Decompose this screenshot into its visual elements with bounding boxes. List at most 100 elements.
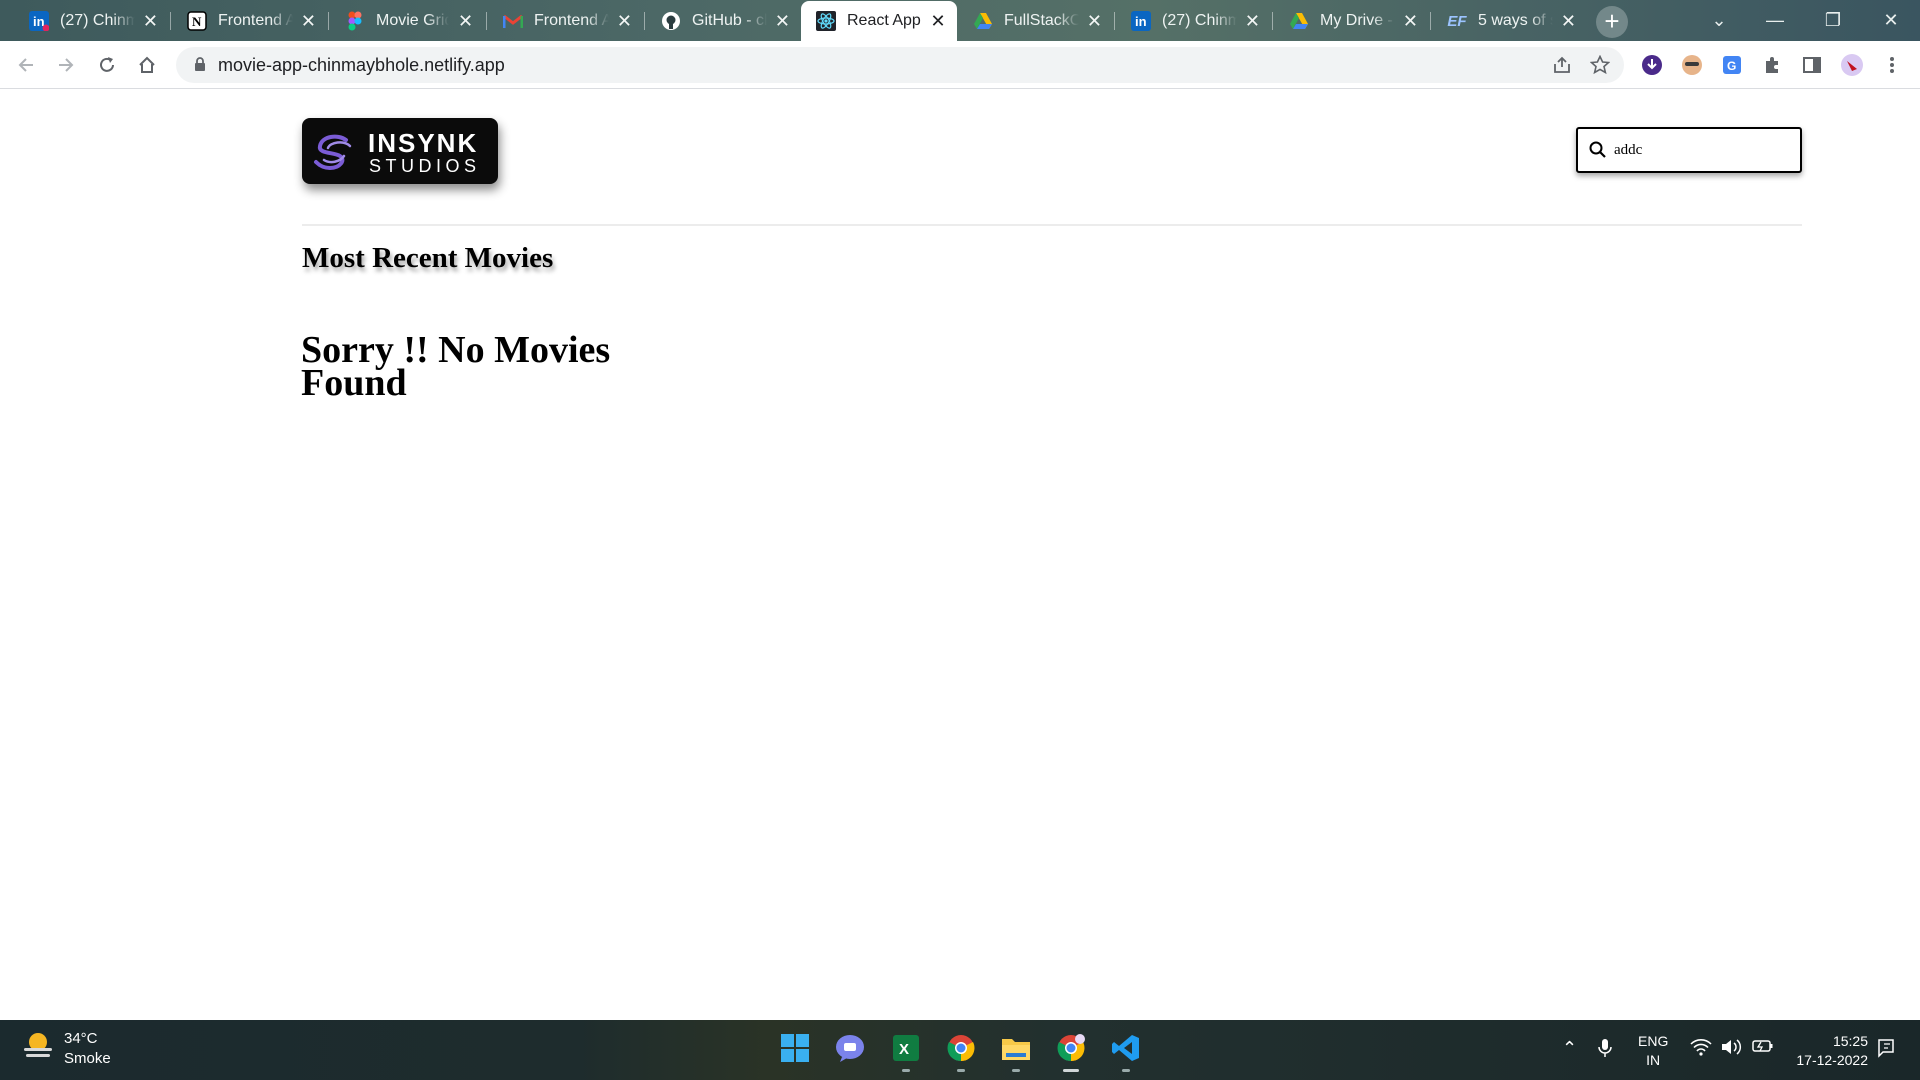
close-tab-icon[interactable]: ✕	[1561, 12, 1576, 30]
teams-chat-app[interactable]	[832, 1030, 868, 1066]
excel-icon: X	[893, 1035, 919, 1061]
close-tab-icon[interactable]: ✕	[775, 12, 790, 30]
chrome-icon	[947, 1035, 975, 1062]
app-running-indicator	[957, 1069, 965, 1072]
extension-avatar-icon[interactable]	[1678, 51, 1706, 79]
search-icon	[1589, 141, 1606, 158]
clock-time: 15:25	[1832, 1033, 1868, 1049]
close-tab-icon[interactable]: ✕	[1087, 12, 1102, 30]
weather-haze-icon	[24, 1033, 52, 1057]
wifi-icon[interactable]	[1690, 1038, 1712, 1061]
forward-icon[interactable]	[50, 49, 82, 81]
start-button[interactable]	[777, 1030, 813, 1066]
header-divider	[302, 224, 1802, 226]
clock-date: 17-12-2022	[1796, 1052, 1868, 1068]
volume-icon[interactable]	[1720, 1038, 1742, 1061]
translate-icon[interactable]: G	[1718, 51, 1746, 79]
svg-text:N: N	[192, 14, 202, 29]
google-drive-icon	[1288, 10, 1310, 32]
tab-strip: in (27) Chinmay ✕ N Frontend Assignment …	[0, 0, 1920, 41]
vscode-icon	[1112, 1035, 1139, 1061]
search-input[interactable]	[1614, 139, 1794, 161]
home-icon[interactable]	[131, 49, 163, 81]
tab-divider	[644, 12, 645, 30]
close-tab-icon[interactable]: ✕	[1403, 12, 1418, 30]
tab-fullstackcv[interactable]: FullStackCV ✕	[958, 1, 1112, 41]
back-icon[interactable]	[10, 49, 42, 81]
tab-linkedin-2[interactable]: in (27) Chinmay ✕	[1116, 1, 1270, 41]
tab-gmail[interactable]: Frontend Assignment ✕	[488, 1, 642, 41]
close-window-icon[interactable]: ✕	[1864, 0, 1918, 40]
weather-widget[interactable]: 34°C Smoke	[22, 1030, 111, 1067]
tab-linkedin-1[interactable]: in (27) Chinmay ✕	[14, 1, 168, 41]
vscode-app[interactable]	[1108, 1030, 1144, 1072]
microphone-icon[interactable]	[1598, 1038, 1612, 1063]
gmail-icon	[502, 10, 524, 32]
close-tab-icon[interactable]: ✕	[457, 12, 474, 30]
close-tab-icon[interactable]: ✕	[617, 12, 632, 30]
chrome-app-1[interactable]	[943, 1030, 979, 1072]
weather-condition: Smoke	[64, 1050, 111, 1067]
close-tab-icon[interactable]: ✕	[1245, 12, 1260, 30]
menu-kebab-icon[interactable]	[1878, 51, 1906, 79]
svg-text:X: X	[899, 1041, 909, 1058]
linkedin-icon: in	[1130, 10, 1152, 32]
tab-react-app[interactable]: React App ✕	[801, 1, 957, 41]
tab-title: React App	[847, 12, 921, 29]
tab-ef[interactable]: EF 5 ways of showing ✕	[1432, 1, 1586, 41]
share-icon[interactable]	[1552, 55, 1572, 75]
tab-notion[interactable]: N Frontend Assignment ✕	[172, 1, 326, 41]
profile-avatar[interactable]	[1838, 51, 1866, 79]
close-tab-icon[interactable]: ✕	[929, 12, 947, 30]
chrome-profile-icon	[1057, 1034, 1085, 1062]
tab-title: (27) Chinmay	[60, 12, 135, 29]
input-language-indicator[interactable]: ENG IN	[1638, 1032, 1668, 1070]
side-panel-icon[interactable]	[1798, 51, 1826, 79]
windows-taskbar: 34°C Smoke X ⌃ ENG IN 15:25 17-12-2022	[0, 1020, 1920, 1080]
reload-icon[interactable]	[91, 49, 123, 81]
linkedin-icon: in	[28, 10, 50, 32]
tab-github[interactable]: GitHub - chinmaybhole ✕	[646, 1, 800, 41]
logo-text-secondary: STUDIOS	[369, 156, 481, 176]
tab-figma[interactable]: Movie Grid ✕	[330, 1, 484, 41]
tab-divider	[1272, 12, 1273, 30]
battery-icon[interactable]	[1752, 1038, 1774, 1059]
tab-divider	[1114, 12, 1115, 30]
download-extension-icon[interactable]	[1638, 51, 1666, 79]
tab-my-drive[interactable]: My Drive - Google Drive ✕	[1274, 1, 1428, 41]
tab-title: GitHub - chinmaybhole	[692, 12, 767, 29]
insynk-logo[interactable]: INSYNK STUDIOS	[302, 118, 498, 184]
close-tab-icon[interactable]: ✕	[301, 12, 316, 30]
app-running-indicator	[1012, 1069, 1020, 1072]
tab-search-icon[interactable]: ⌄	[1692, 0, 1746, 40]
tab-title: (27) Chinmay	[1162, 12, 1237, 29]
new-tab-button[interactable]: +	[1596, 6, 1628, 38]
svg-text:G: G	[1727, 59, 1736, 73]
section-heading: Most Recent Movies	[302, 242, 554, 274]
file-explorer-app[interactable]	[998, 1030, 1034, 1072]
logo-mark-icon	[314, 134, 352, 171]
windows-logo-icon	[781, 1034, 809, 1062]
chat-icon	[836, 1035, 864, 1062]
minimize-icon[interactable]: —	[1748, 0, 1802, 40]
notion-icon: N	[186, 10, 208, 32]
address-bar[interactable]: movie-app-chinmaybhole.netlify.app	[176, 47, 1624, 83]
close-tab-icon[interactable]: ✕	[143, 12, 158, 30]
weather-temperature: 34°C	[64, 1030, 98, 1047]
app-running-indicator	[1122, 1069, 1130, 1072]
extensions-puzzle-icon[interactable]	[1758, 51, 1786, 79]
show-hidden-icons-icon[interactable]: ⌃	[1562, 1038, 1577, 1059]
react-icon	[815, 10, 837, 32]
tab-title: Frontend Assignment	[218, 12, 293, 29]
excel-app[interactable]: X	[888, 1030, 924, 1072]
system-clock[interactable]: 15:25 17-12-2022	[1790, 1032, 1868, 1070]
bookmark-star-icon[interactable]	[1589, 54, 1611, 75]
movie-search-box[interactable]	[1576, 127, 1802, 173]
notifications-icon[interactable]	[1876, 1038, 1896, 1063]
chrome-app-2[interactable]	[1053, 1030, 1089, 1072]
tab-divider	[1430, 12, 1431, 30]
tab-divider	[486, 12, 487, 30]
region-code: IN	[1646, 1052, 1661, 1068]
tab-title: FullStackCV	[1004, 12, 1079, 29]
restore-icon[interactable]: ❐	[1806, 0, 1860, 40]
